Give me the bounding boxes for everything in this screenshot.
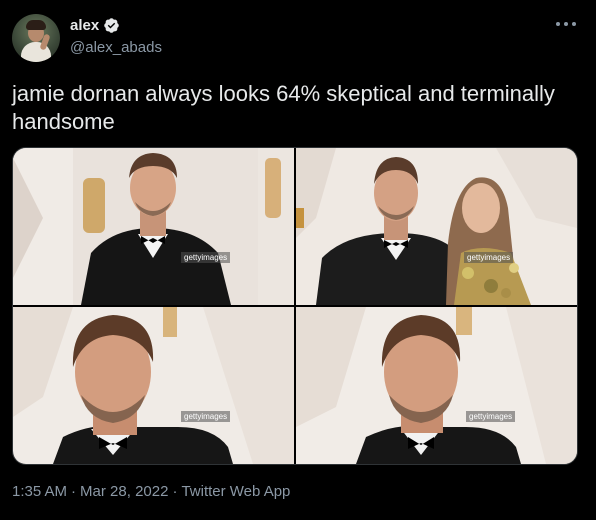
verified-badge-icon xyxy=(104,18,119,33)
tweet-date[interactable]: Mar 28, 2022 xyxy=(80,483,168,500)
user-handle[interactable]: @alex_abads xyxy=(70,39,162,56)
photo-3[interactable]: gettyimages xyxy=(13,307,294,464)
display-name[interactable]: alex xyxy=(70,17,99,34)
photo-4-watermark: gettyimages xyxy=(466,411,516,422)
photo-3-image xyxy=(13,307,294,464)
separator-dot: · xyxy=(172,483,178,500)
photo-2-watermark: gettyimages xyxy=(464,252,514,263)
tweet-client[interactable]: Twitter Web App xyxy=(181,483,290,500)
tweet-timestamp[interactable]: 1:35 AM · Mar 28, 2022 · Twitter Web App xyxy=(12,483,290,500)
photo-4-image xyxy=(296,307,577,464)
photo-1-image xyxy=(13,148,294,305)
photo-4[interactable]: gettyimages xyxy=(296,307,577,464)
tweet: alex @alex_abads jamie dornan always loo… xyxy=(0,0,596,520)
tweet-time[interactable]: 1:35 AM xyxy=(12,483,67,500)
separator-dot: · xyxy=(71,483,77,500)
more-options-icon[interactable] xyxy=(556,20,576,28)
photo-1[interactable]: gettyimages xyxy=(13,148,294,305)
tweet-text: jamie dornan always looks 64% skeptical … xyxy=(12,81,555,134)
media-grid: gettyimages gettyimages gettyimages gett… xyxy=(12,147,578,465)
photo-2-image xyxy=(296,148,577,305)
photo-1-watermark: gettyimages xyxy=(181,252,231,263)
avatar[interactable] xyxy=(12,14,60,62)
photo-3-watermark: gettyimages xyxy=(181,411,231,422)
photo-2[interactable]: gettyimages xyxy=(296,148,577,305)
